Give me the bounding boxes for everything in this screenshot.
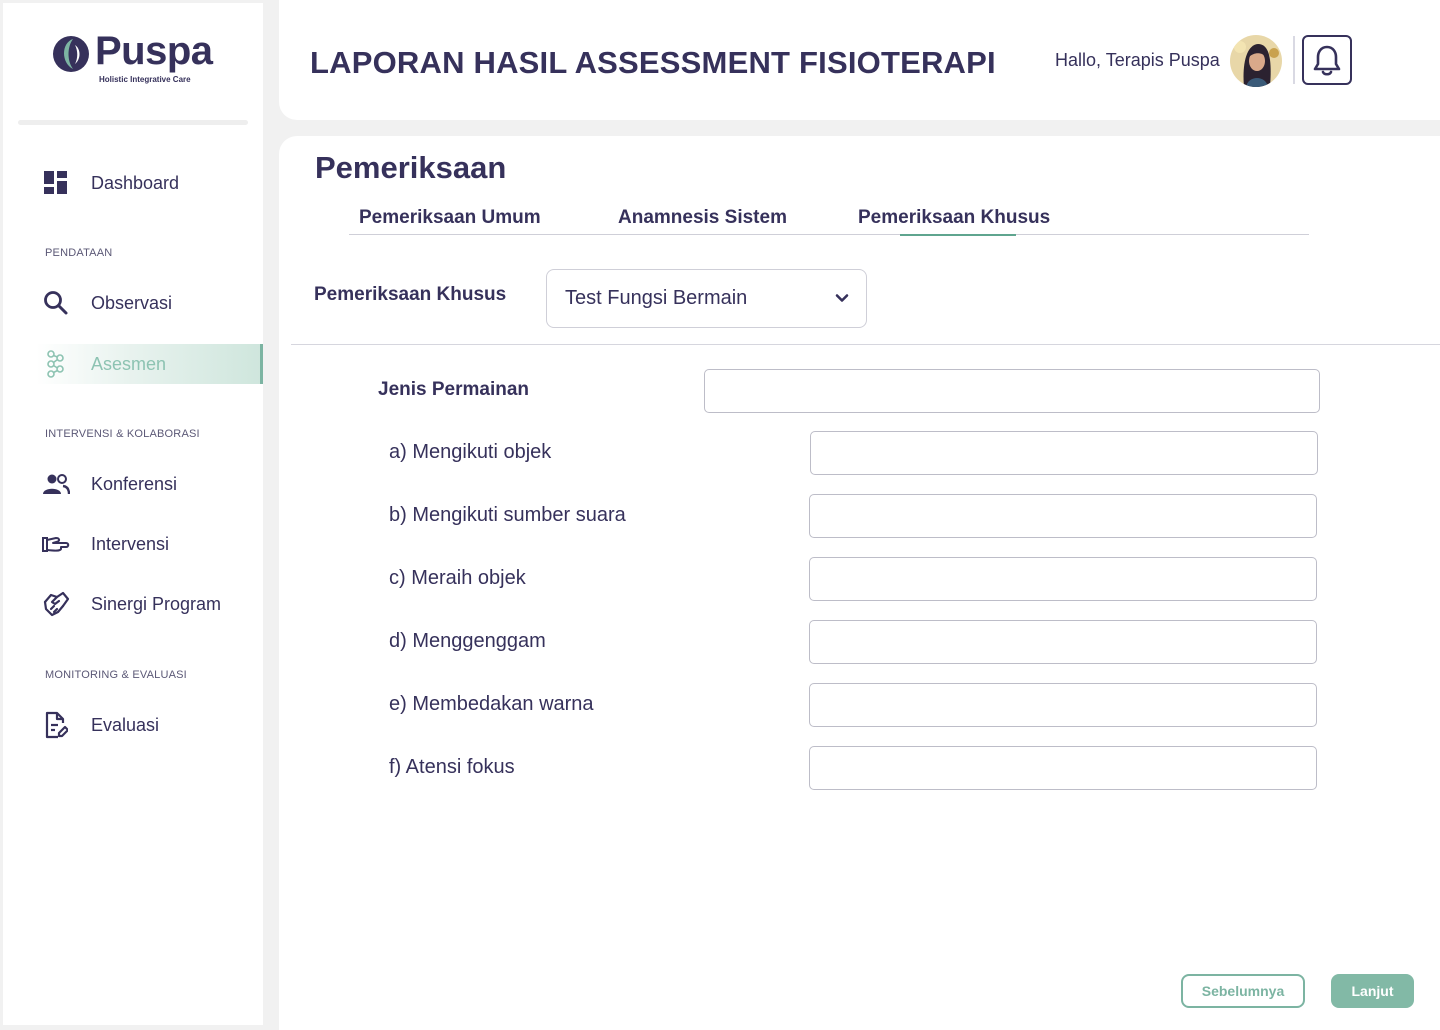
meraih-objek-input[interactable] (809, 557, 1317, 601)
brand-logo[interactable]: Puspa Holistic Integrative Care (51, 29, 213, 89)
previous-button[interactable]: Sebelumnya (1181, 974, 1305, 1008)
select-value: Test Fungsi Bermain (565, 287, 748, 309)
section-label-pendataan: PENDATAAN (45, 247, 113, 259)
main-panel: Pemeriksaan Pemeriksaan Umum Anamnesis S… (279, 136, 1440, 1030)
mengikuti-objek-input[interactable] (810, 431, 1318, 475)
atensi-fokus-input[interactable] (809, 746, 1317, 790)
field-label-meraih-objek: c) Meraih objek (389, 567, 526, 589)
puspa-logo-icon (53, 36, 89, 72)
sidebar-item-asesmen[interactable]: Asesmen (36, 344, 263, 384)
assessment-icon (36, 344, 76, 384)
hand-icon (36, 524, 76, 564)
field-label-mengikuti-sumber-suara: b) Mengikuti sumber suara (389, 504, 626, 526)
header-separator (1293, 36, 1295, 84)
notification-button[interactable] (1302, 35, 1352, 85)
sidebar-item-evaluasi[interactable]: Evaluasi (36, 705, 263, 745)
sidebar-item-label: Asesmen (91, 353, 167, 374)
sidebar-item-label: Intervensi (91, 533, 170, 554)
sidebar-item-observasi[interactable]: Observasi (36, 283, 263, 323)
filter-label: Pemeriksaan Khusus (314, 284, 507, 305)
jenis-permainan-input[interactable] (704, 369, 1320, 413)
search-icon (36, 283, 76, 323)
top-header: LAPORAN HASIL ASSESSMENT FISIOTERAPI Hal… (279, 0, 1440, 120)
active-tab-indicator (900, 234, 1016, 236)
sidebar-item-label: Evaluasi (91, 714, 160, 735)
field-label-mengikuti-objek: a) Mengikuti objek (389, 441, 552, 463)
page-title: LAPORAN HASIL ASSESSMENT FISIOTERAPI (310, 45, 996, 80)
sidebar-item-sinergi-program[interactable]: Sinergi Program (36, 584, 263, 624)
sidebar-item-konferensi[interactable]: Konferensi (36, 464, 263, 504)
next-button[interactable]: Lanjut (1331, 974, 1414, 1008)
handshake-icon (36, 584, 76, 624)
field-label-menggenggam: d) Menggenggam (389, 630, 546, 652)
dashboard-icon (36, 163, 76, 203)
sidebar-item-label: Observasi (91, 292, 173, 313)
tab-pemeriksaan-umum[interactable]: Pemeriksaan Umum (359, 207, 541, 229)
tab-pemeriksaan-khusus[interactable]: Pemeriksaan Khusus (858, 207, 1050, 229)
sidebar-item-label: Sinergi Program (91, 593, 222, 614)
section-label-intervensi-kolaborasi: INTERVENSI & KOLABORASI (45, 428, 200, 440)
exam-type-select[interactable]: Test Fungsi Bermain (546, 269, 867, 328)
bell-icon (1313, 45, 1341, 76)
panel-divider (291, 344, 1440, 345)
tabs-baseline (349, 234, 1309, 235)
section-title: Pemeriksaan (315, 150, 507, 185)
chevron-down-icon (835, 294, 849, 302)
brand-name: Puspa (95, 29, 213, 73)
menggenggam-input[interactable] (809, 620, 1317, 664)
field-label-membedakan-warna: e) Membedakan warna (389, 693, 594, 715)
membedakan-warna-input[interactable] (809, 683, 1317, 727)
sidebar-item-label: Konferensi (91, 473, 178, 494)
user-greeting: Hallo, Terapis Puspa (1055, 50, 1220, 70)
sidebar: Puspa Holistic Integrative Care Dashboar… (3, 3, 263, 1025)
field-label-atensi-fokus: f) Atensi fokus (389, 756, 515, 778)
tab-anamnesis-sistem[interactable]: Anamnesis Sistem (618, 207, 787, 229)
brand-tagline: Holistic Integrative Care (99, 75, 191, 84)
jenis-permainan-label: Jenis Permainan (378, 379, 530, 400)
mengikuti-sumber-suara-input[interactable] (809, 494, 1317, 538)
sidebar-item-label: Dashboard (91, 172, 180, 193)
sidebar-item-dashboard[interactable]: Dashboard (36, 163, 263, 203)
people-icon (36, 464, 76, 504)
sidebar-divider (18, 120, 248, 125)
document-edit-icon (36, 705, 76, 745)
section-label-monitoring-evaluasi: MONITORING & EVALUASI (45, 669, 187, 681)
sidebar-item-intervensi[interactable]: Intervensi (36, 524, 263, 564)
avatar[interactable] (1230, 35, 1282, 87)
